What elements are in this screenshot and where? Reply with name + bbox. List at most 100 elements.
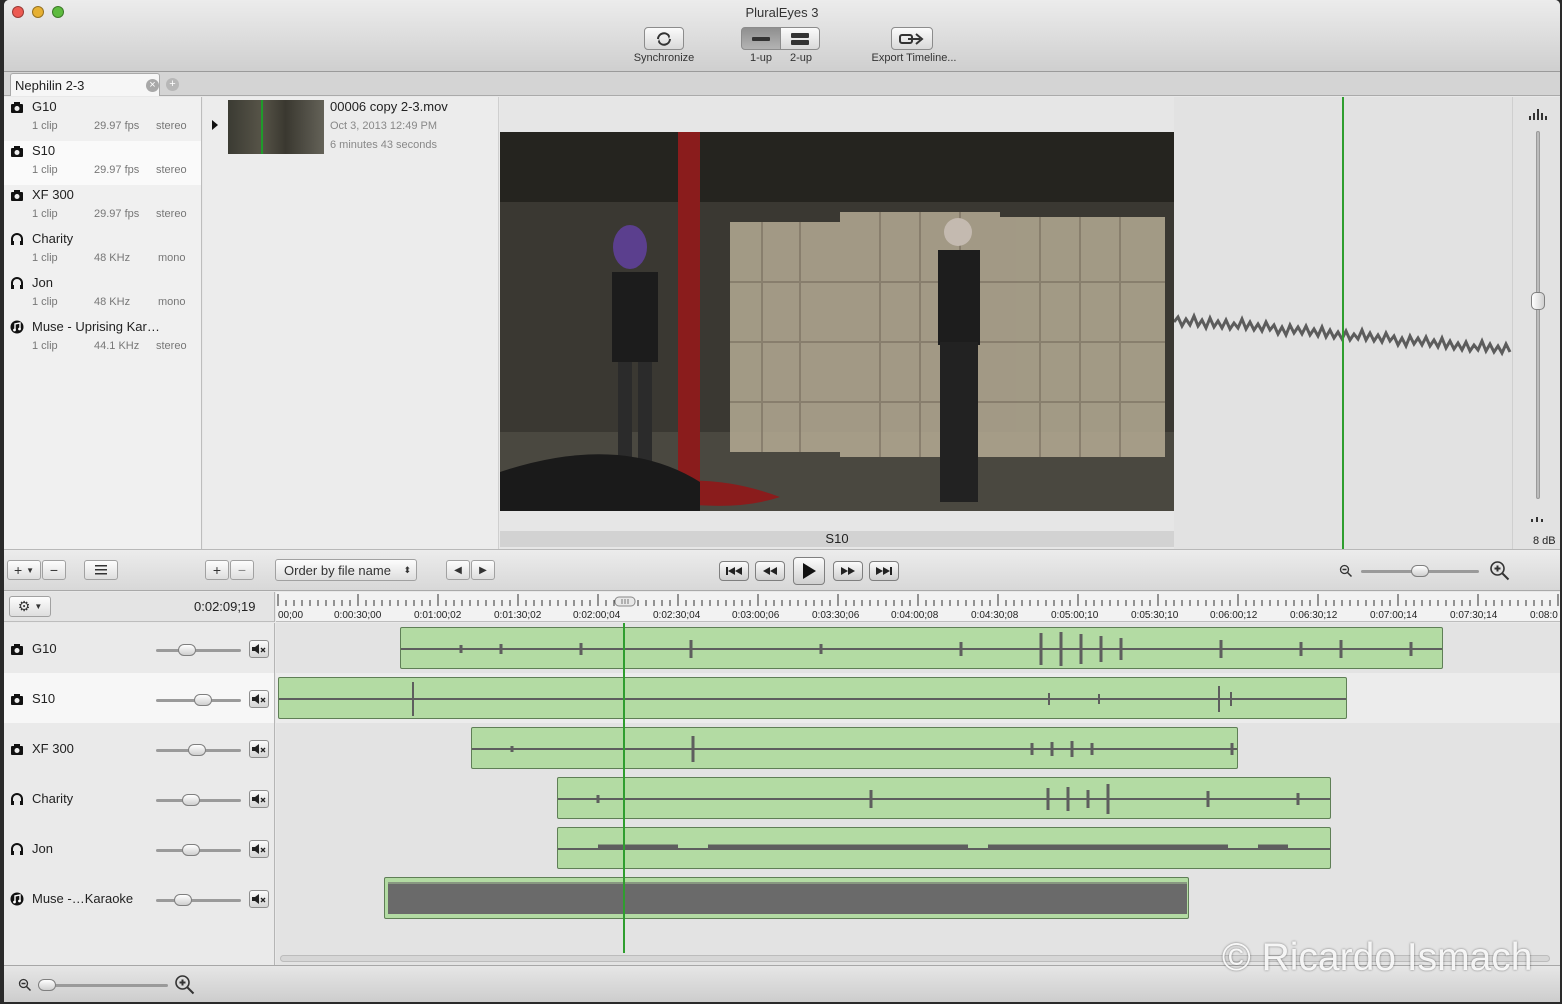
viewer-zoom-slider[interactable] xyxy=(1361,565,1479,577)
timeline-zoom-knob[interactable] xyxy=(38,979,56,991)
clip-xf300[interactable] xyxy=(471,727,1238,769)
track-header-s10[interactable]: S10 xyxy=(4,673,274,723)
remove-clip-button[interactable]: − xyxy=(230,560,254,580)
camera-icon xyxy=(11,146,23,157)
track-header-charity[interactable]: Charity xyxy=(4,773,274,823)
track-header-xf300[interactable]: XF 300 xyxy=(4,723,274,773)
track-volume-slider[interactable] xyxy=(156,744,241,756)
mute-button[interactable] xyxy=(249,890,269,908)
camera-icon xyxy=(11,190,23,201)
mute-button[interactable] xyxy=(249,740,269,758)
clip-muse[interactable] xyxy=(384,877,1189,919)
track-volume-knob[interactable] xyxy=(188,744,206,756)
add-clip-button[interactable]: + xyxy=(205,560,229,580)
media-item-xf300[interactable]: XF 300 1 clip 29.97 fps stereo xyxy=(4,185,201,229)
clip-duration: 6 minutes 43 seconds xyxy=(330,139,438,151)
media-clip-count: 1 clip xyxy=(32,208,58,220)
media-item-charity[interactable]: Charity 1 clip 48 KHz mono xyxy=(4,229,201,273)
gain-slider-track[interactable] xyxy=(1536,131,1540,499)
two-up-icon xyxy=(791,32,809,45)
media-item-s10[interactable]: S10 1 clip 29.97 fps stereo xyxy=(4,141,201,185)
previous-clip-button[interactable]: ◀ xyxy=(446,560,470,580)
ruler-label: 0:07:30;14 xyxy=(1450,610,1498,621)
track-volume-slider[interactable] xyxy=(156,844,241,856)
order-by-select[interactable]: Order by file name ⬍ xyxy=(275,559,417,581)
track-volume-slider[interactable] xyxy=(156,894,241,906)
disclosure-triangle-icon[interactable] xyxy=(211,119,219,131)
add-tab-icon[interactable]: + xyxy=(166,78,179,91)
fast-forward-icon xyxy=(841,567,855,575)
play-button[interactable] xyxy=(793,557,825,585)
fast-forward-button[interactable] xyxy=(833,561,863,581)
track-headers: G10 S10 XF 300 Charity Jon Muse -…Karaok… xyxy=(4,623,275,965)
two-up-button[interactable] xyxy=(780,27,820,50)
clip-thumbnail[interactable] xyxy=(228,100,324,154)
media-channels: stereo xyxy=(156,208,187,220)
timeline-ruler[interactable]: 00;00 0:00:30;00 0:01:00;02 0:01:30;02 0… xyxy=(276,592,1560,622)
mute-button[interactable] xyxy=(249,640,269,658)
playhead-handle-icon[interactable] xyxy=(614,596,636,608)
speaker-mute-icon xyxy=(252,894,266,904)
tab-nephilin[interactable]: Nephilin 2-3 × xyxy=(10,73,160,96)
export-timeline-button[interactable] xyxy=(891,27,933,50)
go-to-start-button[interactable] xyxy=(719,561,749,581)
track-volume-slider[interactable] xyxy=(156,794,241,806)
track-header-g10[interactable]: G10 xyxy=(4,623,274,673)
music-icon xyxy=(10,892,24,906)
timeline-zoom-slider[interactable] xyxy=(38,979,168,991)
media-item-jon[interactable]: Jon 1 clip 48 KHz mono xyxy=(4,273,201,317)
zoom-in-icon[interactable] xyxy=(1489,560,1511,582)
mute-button[interactable] xyxy=(249,790,269,808)
mute-button[interactable] xyxy=(249,840,269,858)
clip-jon[interactable] xyxy=(557,827,1331,869)
media-item-muse[interactable]: Muse - Uprising Kar… 1 clip 44.1 KHz ste… xyxy=(4,317,201,361)
track-volume-knob[interactable] xyxy=(178,644,196,656)
clip-charity[interactable] xyxy=(557,777,1331,819)
clip-g10[interactable] xyxy=(400,627,1443,669)
list-view-button[interactable] xyxy=(84,560,118,580)
media-clip-count: 1 clip xyxy=(32,164,58,176)
speaker-mute-icon xyxy=(252,844,266,854)
settings-dropdown[interactable]: ⚙ ▼ xyxy=(9,596,51,617)
media-item-g10[interactable]: G10 1 clip 29.97 fps stereo xyxy=(4,97,201,141)
go-to-end-button[interactable] xyxy=(869,561,899,581)
track-volume-knob[interactable] xyxy=(174,894,192,906)
timeline-zoom-in-icon[interactable] xyxy=(174,974,196,996)
clip-waveform xyxy=(558,844,1330,850)
synchronize-button[interactable] xyxy=(644,27,684,50)
viewer-zoom-knob[interactable] xyxy=(1411,565,1429,577)
clip-waveform xyxy=(388,882,1187,914)
clip-waveform xyxy=(279,682,1346,716)
rewind-button[interactable] xyxy=(755,561,785,581)
add-media-dropdown[interactable]: + ▼ xyxy=(7,560,41,580)
zoom-out-icon[interactable] xyxy=(1339,564,1353,578)
next-clip-button[interactable]: ▶ xyxy=(471,560,495,580)
track-volume-knob[interactable] xyxy=(182,844,200,856)
speaker-mute-icon xyxy=(252,744,266,754)
speaker-mute-icon xyxy=(252,794,266,804)
ruler-label: 0:08:0 xyxy=(1530,610,1558,621)
list-icon xyxy=(95,565,107,575)
track-name: Jon xyxy=(32,841,53,856)
waveform-display xyxy=(1172,97,1512,549)
video-frame[interactable] xyxy=(500,132,1174,511)
timeline-zoom-out-icon[interactable] xyxy=(18,978,32,992)
track-header-muse[interactable]: Muse -…Karaoke xyxy=(4,873,274,923)
video-scene-image xyxy=(500,132,1174,511)
track-header-jon[interactable]: Jon xyxy=(4,823,274,873)
playhead-line[interactable] xyxy=(623,623,625,953)
one-up-button[interactable] xyxy=(741,27,781,50)
camera-icon xyxy=(11,102,23,113)
track-name: XF 300 xyxy=(32,741,74,756)
clip-s10[interactable] xyxy=(278,677,1347,719)
track-volume-knob[interactable] xyxy=(182,794,200,806)
close-tab-icon[interactable]: × xyxy=(146,79,159,92)
left-arrow-icon: ◀ xyxy=(454,564,462,576)
track-volume-slider[interactable] xyxy=(156,644,241,656)
track-volume-knob[interactable] xyxy=(194,694,212,706)
remove-media-button[interactable]: − xyxy=(42,560,66,580)
mute-button[interactable] xyxy=(249,690,269,708)
gain-slider-knob[interactable] xyxy=(1531,292,1545,310)
track-volume-slider[interactable] xyxy=(156,694,241,706)
timeline-tracks xyxy=(276,623,1560,965)
